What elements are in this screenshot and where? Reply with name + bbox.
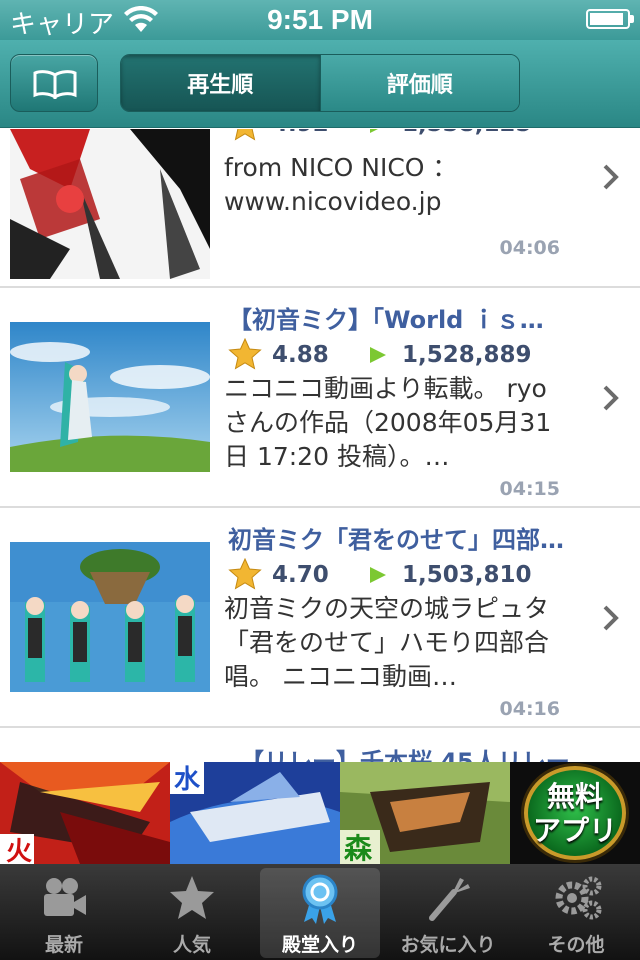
tab-popular[interactable]: 人気 <box>128 864 256 960</box>
ad-image: 火 <box>0 762 170 864</box>
video-title: 初音ミク「君をのせて」四部… <box>228 526 564 554</box>
free-app-badge: 無料 アプリ <box>524 766 626 860</box>
chevron-right-icon <box>603 605 619 631</box>
tab-bar: 最新 人気 殿堂入り お気に入り その他 <box>0 864 640 960</box>
star-icon <box>170 876 214 919</box>
tab-latest[interactable]: 最新 <box>0 864 128 960</box>
chevron-right-icon <box>603 164 619 190</box>
tab-label: お気に入り <box>400 934 496 956</box>
video-duration: 04:15 <box>499 478 560 500</box>
rating-value: 4.88 <box>272 342 329 368</box>
play-count-icon <box>370 567 386 583</box>
rating-value: 4.92 <box>272 129 329 137</box>
video-row[interactable]: 初音ミク「君をのせて」四部… 4.70 1,503,810 初音ミクの天空の城ラ… <box>0 508 640 728</box>
tab-label: 最新 <box>44 934 83 956</box>
view-count: 1,538,125 <box>402 129 532 137</box>
view-count: 1,503,810 <box>402 562 532 588</box>
video-title: 【リレー】千本桜 45人リレー <box>240 748 570 762</box>
ad-tile-label: 火 <box>6 837 32 864</box>
sort-by-rating-segment[interactable]: 評価順 <box>319 55 519 111</box>
video-thumbnail <box>10 542 210 692</box>
tab-hall-of-fame[interactable]: 殿堂入り <box>256 864 384 960</box>
gears-icon <box>555 876 602 920</box>
battery-icon <box>586 9 634 29</box>
video-camera-icon <box>44 878 86 916</box>
nav-bar: 再生順 評価順 <box>0 40 640 128</box>
ad-tile-label: 森 <box>344 832 373 864</box>
tab-label: 人気 <box>172 934 211 956</box>
video-list[interactable]: 4.92 1,538,125 from NICO NICO ： www.nico… <box>0 129 640 762</box>
ad-tile-forest[interactable]: 森 <box>340 762 510 864</box>
award-ribbon-icon <box>302 874 338 924</box>
view-count: 1,528,889 <box>402 342 532 368</box>
status-bar: キャリア 9:51 PM <box>0 0 640 40</box>
rating-value: 4.70 <box>272 562 329 588</box>
ad-image: 森 <box>340 762 510 864</box>
clock: 9:51 PM <box>267 4 373 35</box>
battery-level <box>590 13 623 25</box>
rating-star-icon <box>228 338 262 370</box>
chevron-right-icon <box>603 385 619 411</box>
video-duration: 04:16 <box>499 698 560 720</box>
tab-label: 殿堂入り <box>281 934 358 956</box>
video-title: 【初音ミク】「World ｉｓ… <box>228 306 544 334</box>
tab-others[interactable]: その他 <box>512 864 640 960</box>
video-row[interactable]: 4.92 1,538,125 from NICO NICO ： www.nico… <box>0 129 640 288</box>
tab-label: その他 <box>547 934 605 956</box>
video-row[interactable]: 【初音ミク】「World ｉｓ… 4.88 1,528,889 ニコニコ動画より… <box>0 288 640 508</box>
video-thumbnail <box>10 129 210 279</box>
video-duration: 04:06 <box>499 237 560 259</box>
tab-favorites[interactable]: お気に入り <box>384 864 512 960</box>
rating-star-icon <box>228 558 262 590</box>
book-icon <box>33 70 77 99</box>
wrench-icon <box>429 878 470 921</box>
video-description: from NICO NICO ： www.nicovideo.jp <box>224 153 458 216</box>
ad-tile-fire[interactable]: 火 <box>0 762 170 864</box>
video-description: 初音ミクの天空の城ラピュタ「君をのせて」ハモり四部合唱。 ニコニコ動画… <box>224 594 550 691</box>
ad-tile-water[interactable]: 水 <box>170 762 340 864</box>
video-thumbnail <box>10 322 210 472</box>
sort-segmented-control: 再生順 評価順 <box>120 54 520 112</box>
bookmarks-button[interactable] <box>10 54 98 112</box>
sort-by-plays-segment[interactable]: 再生順 <box>121 55 320 111</box>
ad-tile-free-app[interactable]: 無料 アプリ <box>510 762 640 864</box>
ad-tile-label: 水 <box>174 765 201 795</box>
ad-banner[interactable]: 火 水 森 無料 アプリ <box>0 762 640 864</box>
video-description: ニコニコ動画より転載。 ryo さんの作品（2008年05月31日 17:20 … <box>224 374 552 471</box>
play-count-icon <box>370 129 378 133</box>
play-count-icon <box>370 347 386 363</box>
ad-image: 水 <box>170 762 340 864</box>
rating-star-icon <box>234 129 256 141</box>
video-row[interactable]: 【リレー】千本桜 45人リレー <box>0 728 640 762</box>
